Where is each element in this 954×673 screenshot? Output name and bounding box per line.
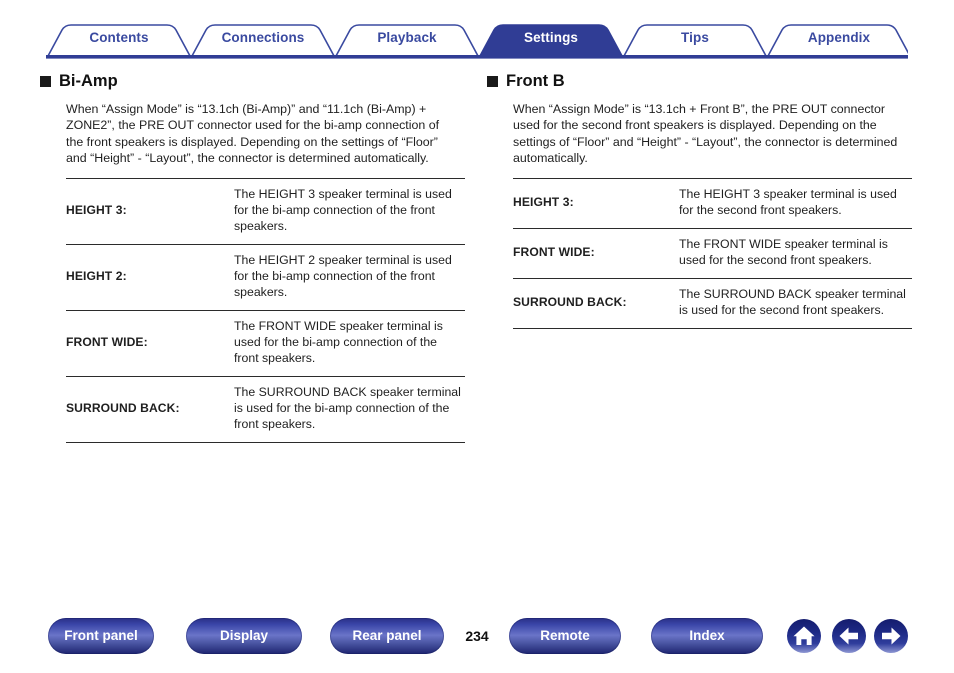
row-term: HEIGHT 2: (66, 269, 127, 284)
table-row: HEIGHT 3: The HEIGHT 3 speaker terminal … (513, 178, 912, 229)
tab-bar: Contents Connections Playback Settings T… (46, 20, 908, 60)
tab-settings[interactable]: Settings (480, 20, 622, 56)
heading-text: Front B (506, 72, 565, 90)
row-desc: The SURROUND BACK speaker terminal is us… (679, 286, 906, 317)
row-desc: The FRONT WIDE speaker terminal is used … (679, 236, 888, 267)
arrow-left-icon[interactable] (832, 619, 866, 653)
row-term: FRONT WIDE: (66, 335, 148, 350)
table-row: FRONT WIDE: The FRONT WIDE speaker termi… (513, 228, 912, 278)
rear-panel-button[interactable]: Rear panel (330, 618, 444, 654)
remote-button[interactable]: Remote (509, 618, 621, 654)
row-term: FRONT WIDE: (513, 245, 595, 260)
row-term: HEIGHT 3: (513, 195, 574, 210)
tab-appendix[interactable]: Appendix (768, 20, 910, 56)
heading-text: Bi-Amp (59, 72, 118, 90)
front-panel-button[interactable]: Front panel (48, 618, 154, 654)
tab-tips[interactable]: Tips (624, 20, 766, 56)
index-button[interactable]: Index (651, 618, 763, 654)
page-title-bi-amp: Bi-Amp (40, 72, 472, 91)
arrow-right-glyph (882, 627, 901, 645)
tab-contents[interactable]: Contents (48, 20, 190, 56)
page-title-front-b: Front B (487, 72, 919, 91)
front-b-description: When “Assign Mode” is “13.1ch + Front B”… (513, 102, 898, 165)
row-desc: The HEIGHT 3 speaker terminal is used fo… (234, 187, 452, 233)
footer-navigation: Front panel Display Rear panel 234 Remot… (0, 618, 954, 658)
row-desc: The FRONT WIDE speaker terminal is used … (234, 318, 443, 365)
row-desc: The HEIGHT 2 speaker terminal is used fo… (234, 252, 452, 299)
table-row: SURROUND BACK: The SURROUND BACK speaker… (66, 376, 465, 443)
tab-connections[interactable]: Connections (192, 20, 334, 56)
table-row: HEIGHT 2: The HEIGHT 2 speaker terminal … (66, 244, 465, 310)
bullet-square-icon (487, 76, 498, 87)
row-desc: The SURROUND BACK speaker terminal is us… (234, 384, 461, 431)
home-icon[interactable] (787, 619, 821, 653)
page-number: 234 (465, 628, 489, 644)
front-b-table: HEIGHT 3: The HEIGHT 3 speaker terminal … (513, 178, 912, 329)
row-desc: The HEIGHT 3 speaker terminal is used fo… (679, 187, 897, 217)
row-term: SURROUND BACK: (66, 400, 180, 415)
row-term: SURROUND BACK: (513, 295, 627, 310)
arrow-left-glyph (839, 627, 858, 645)
display-button[interactable]: Display (186, 618, 302, 654)
arrow-right-icon[interactable] (874, 619, 908, 653)
section-front-b: Front B When “Assign Mode” is “13.1ch + … (487, 72, 919, 329)
table-row: SURROUND BACK: The SURROUND BACK speaker… (513, 278, 912, 329)
tab-playback[interactable]: Playback (336, 20, 478, 56)
row-term: HEIGHT 3: (66, 203, 127, 218)
table-row: HEIGHT 3: The HEIGHT 3 speaker terminal … (66, 178, 465, 245)
home-glyph (793, 626, 815, 645)
table-row: FRONT WIDE: The FRONT WIDE speaker termi… (66, 310, 465, 376)
bi-amp-table: HEIGHT 3: The HEIGHT 3 speaker terminal … (66, 178, 465, 443)
section-bi-amp: Bi-Amp When “Assign Mode” is “13.1ch (Bi… (40, 72, 472, 443)
bullet-square-icon (40, 76, 51, 87)
bi-amp-description: When “Assign Mode” is “13.1ch (Bi-Amp)” … (66, 102, 440, 165)
